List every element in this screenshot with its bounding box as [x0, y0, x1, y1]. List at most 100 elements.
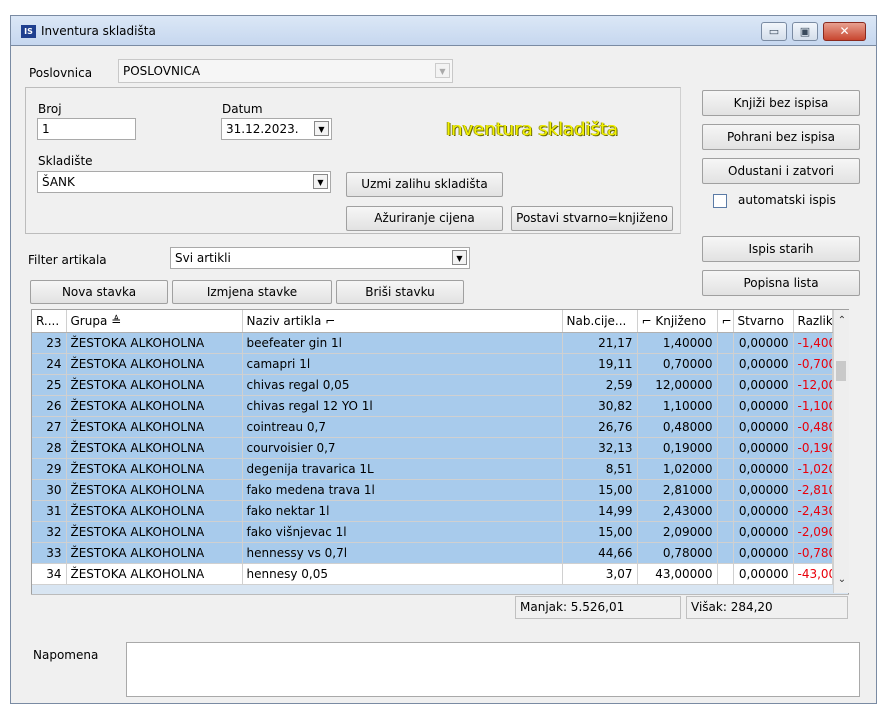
- cell-grupa: ŽESTOKA ALKOHOLNA: [66, 416, 243, 438]
- table-row[interactable]: 30 ŽESTOKA ALKOHOLNA fako medena trava 1l 1…: [32, 479, 833, 501]
- nova-stavka-button[interactable]: Nova stavka: [30, 280, 168, 304]
- cell-rbr: 34: [32, 563, 67, 585]
- pohrani-button[interactable]: Pohrani bez ispisa: [702, 124, 860, 150]
- table-row[interactable]: 23 ŽESTOKA ALKOHOLNA beefeater gin 1l 21,17…: [32, 332, 833, 354]
- cell-spacer: [717, 374, 734, 396]
- filter-value: Svi artikli: [175, 251, 231, 265]
- chevron-down-icon[interactable]: ▼: [313, 174, 328, 189]
- table-row[interactable]: 26 ŽESTOKA ALKOHOLNA chivas regal 12 YO 1l…: [32, 395, 833, 417]
- cell-nabcijena: 15,00: [562, 521, 638, 543]
- chevron-down-icon[interactable]: ▼: [452, 250, 467, 265]
- table-row[interactable]: 31 ŽESTOKA ALKOHOLNA fako nektar 1l 14,99 2,…: [32, 500, 833, 522]
- column-header-naziv[interactable]: Naziv artikla ⌐: [242, 310, 563, 333]
- cell-stvarno: 0,00000: [733, 521, 794, 543]
- uzmi-zalihu-button[interactable]: Uzmi zalihu skladišta: [346, 172, 503, 197]
- cell-razlika: -2,090: [793, 521, 833, 543]
- poslovnica-label: Poslovnica: [29, 66, 93, 80]
- cell-spacer: [717, 479, 734, 501]
- broj-input[interactable]: 1: [37, 118, 136, 140]
- napomena-textarea[interactable]: [126, 642, 860, 697]
- cell-razlika: -1,400: [793, 332, 833, 354]
- table-row[interactable]: 33 ŽESTOKA ALKOHOLNA hennessy vs 0,7l 44,66…: [32, 542, 833, 564]
- column-header-filter[interactable]: ⌐: [717, 310, 734, 333]
- cell-stvarno: 0,00000: [733, 500, 794, 522]
- articles-table: R.... Grupa ≜ Naziv artikla ⌐ Nab.cije..…: [32, 310, 833, 585]
- cell-nabcijena: 30,82: [562, 395, 638, 417]
- minimize-button[interactable]: ▭: [761, 22, 787, 41]
- popisna-lista-button[interactable]: Popisna lista: [702, 270, 860, 296]
- azuriranje-cijena-button[interactable]: Ažuriranje cijena: [346, 206, 503, 231]
- cell-spacer: [717, 458, 734, 480]
- cell-spacer: [717, 416, 734, 438]
- cell-nabcijena: 32,13: [562, 437, 638, 459]
- cell-grupa: ŽESTOKA ALKOHOLNA: [66, 563, 243, 585]
- cell-razlika: -0,700: [793, 353, 833, 375]
- table-row[interactable]: 28 ŽESTOKA ALKOHOLNA courvoisier 0,7 32,13 0…: [32, 437, 833, 459]
- cell-knjizeno: 0,48000: [637, 416, 718, 438]
- cell-stvarno: 0,00000: [733, 416, 794, 438]
- poslovnica-select[interactable]: POSLOVNICA ▼: [118, 59, 453, 83]
- cell-knjizeno: 2,81000: [637, 479, 718, 501]
- table-row[interactable]: 24 ŽESTOKA ALKOHOLNA camapri 1l 19,11 0,7000…: [32, 353, 833, 375]
- cell-grupa: ŽESTOKA ALKOHOLNA: [66, 521, 243, 543]
- scroll-thumb[interactable]: [836, 361, 846, 381]
- cell-naziv: chivas regal 12 YO 1l: [242, 395, 563, 417]
- cell-nabcijena: 44,66: [562, 542, 638, 564]
- cell-nabcijena: 14,99: [562, 500, 638, 522]
- table-row[interactable]: 34 ŽESTOKA ALKOHOLNA hennesy 0,05 3,07 43,00…: [32, 563, 833, 585]
- odustani-button[interactable]: Odustani i zatvori: [702, 158, 860, 184]
- knjizi-button[interactable]: Knjiži bez ispisa: [702, 90, 860, 116]
- cell-nabcijena: 15,00: [562, 479, 638, 501]
- cell-nabcijena: 19,11: [562, 353, 638, 375]
- column-header-stvarno[interactable]: Stvarno: [733, 310, 794, 333]
- scroll-up-icon[interactable]: ⌃: [836, 315, 848, 326]
- table-row[interactable]: 25 ŽESTOKA ALKOHOLNA chivas regal 0,05 2,59…: [32, 374, 833, 396]
- cell-nabcijena: 26,76: [562, 416, 638, 438]
- column-header-knjizeno[interactable]: ⌐ Knjiženo: [637, 310, 718, 333]
- ispis-starih-button[interactable]: Ispis starih: [702, 236, 860, 262]
- column-header-nabcijena[interactable]: Nab.cije...: [562, 310, 638, 333]
- cell-stvarno: 0,00000: [733, 332, 794, 354]
- cell-naziv: degenija travarica 1L: [242, 458, 563, 480]
- datum-label: Datum: [222, 102, 263, 116]
- cell-razlika: -0,780: [793, 542, 833, 564]
- cell-knjizeno: 43,00000: [637, 563, 718, 585]
- table-header-row: R.... Grupa ≜ Naziv artikla ⌐ Nab.cije..…: [32, 310, 833, 333]
- poslovnica-value: POSLOVNICA: [123, 64, 201, 78]
- filter-select[interactable]: Svi artikli ▼: [170, 247, 470, 269]
- cell-razlika: -12,000: [793, 374, 833, 396]
- cell-spacer: [717, 500, 734, 522]
- postavi-stvarno-button[interactable]: Postavi stvarno=knjiženo: [511, 206, 673, 231]
- table-row[interactable]: 27 ŽESTOKA ALKOHOLNA cointreau 0,7 26,76 0,4…: [32, 416, 833, 438]
- cell-naziv: fako višnjevac 1l: [242, 521, 563, 543]
- cell-nabcijena: 8,51: [562, 458, 638, 480]
- cell-stvarno: 0,00000: [733, 479, 794, 501]
- articles-grid[interactable]: R.... Grupa ≜ Naziv artikla ⌐ Nab.cije..…: [31, 309, 849, 622]
- skladiste-value: ŠANK: [42, 175, 75, 189]
- izmjena-stavke-button[interactable]: Izmjena stavke: [172, 280, 332, 304]
- cell-nabcijena: 3,07: [562, 563, 638, 585]
- table-row[interactable]: 32 ŽESTOKA ALKOHOLNA fako višnjevac 1l 15,0…: [32, 521, 833, 543]
- form-banner: Inventura skladišta: [446, 119, 619, 140]
- chevron-down-icon[interactable]: ▼: [314, 121, 329, 136]
- cell-stvarno: 0,00000: [733, 395, 794, 417]
- cell-grupa: ŽESTOKA ALKOHOLNA: [66, 479, 243, 501]
- cell-naziv: fako nektar 1l: [242, 500, 563, 522]
- column-header-rbr[interactable]: R....: [32, 310, 67, 333]
- close-button[interactable]: ✕: [823, 22, 866, 41]
- table-row[interactable]: 29 ŽESTOKA ALKOHOLNA degenija travarica 1L…: [32, 458, 833, 480]
- cell-spacer: [717, 437, 734, 459]
- column-header-grupa[interactable]: Grupa ≜: [66, 310, 243, 333]
- filter-label: Filter artikala: [28, 253, 107, 267]
- cell-stvarno: 0,00000: [733, 458, 794, 480]
- app-icon: IS: [21, 25, 36, 38]
- column-header-razlika[interactable]: Razlika: [793, 310, 833, 333]
- skladiste-select[interactable]: ŠANK ▼: [37, 171, 331, 193]
- maximize-button[interactable]: ▣: [792, 22, 818, 41]
- brisi-stavku-button[interactable]: Briši stavku: [336, 280, 464, 304]
- scroll-down-icon[interactable]: ⌄: [836, 574, 848, 585]
- cell-rbr: 25: [32, 374, 67, 396]
- automatski-ispis-checkbox[interactable]: [713, 194, 727, 208]
- datum-picker[interactable]: 31.12.2023. ▼: [221, 118, 332, 140]
- grid-scrollbar[interactable]: [833, 310, 849, 593]
